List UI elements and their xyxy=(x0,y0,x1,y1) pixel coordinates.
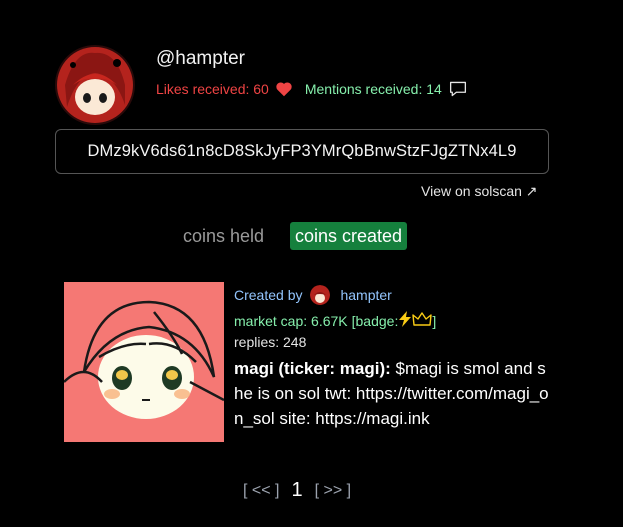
likes-received: Likes received: 60 xyxy=(156,81,293,97)
wallet-address-field[interactable]: DMz9kV6ds61n8cD8SkJyFP3YMrQbBnwStzFJgZTN… xyxy=(55,129,549,174)
market-cap: market cap: 6.67K xyxy=(234,312,348,329)
current-page: 1 xyxy=(291,479,303,501)
created-by-row: Created by hampter xyxy=(234,285,392,305)
crown-icon xyxy=(412,311,433,330)
coin-name: magi (ticker: magi): xyxy=(234,359,391,378)
view-on-solscan-link[interactable]: View on solscan ↗ xyxy=(421,183,538,200)
likes-label: Likes received: 60 xyxy=(156,81,269,97)
heart-icon xyxy=(275,81,293,97)
pagination: [ << ] 1 [ >> ] xyxy=(243,479,351,502)
coin-image[interactable] xyxy=(64,282,224,442)
tab-coins-created[interactable]: coins created xyxy=(290,222,408,250)
creator-avatar[interactable] xyxy=(310,285,331,305)
lightning-icon xyxy=(398,311,412,330)
tab-coins-held[interactable]: coins held xyxy=(183,226,264,247)
comment-icon xyxy=(448,80,468,98)
prev-page-button[interactable]: [ << ] xyxy=(243,482,279,500)
coin-description[interactable]: magi (ticker: magi): $magi is smol and s… xyxy=(234,356,554,431)
next-page-button[interactable]: [ >> ] xyxy=(315,482,351,500)
profile-stats: Likes received: 60 Mentions received: 14 xyxy=(156,80,468,98)
profile-avatar xyxy=(55,45,135,125)
badge-close: ] xyxy=(432,312,437,329)
mentions-received: Mentions received: 14 xyxy=(305,80,468,98)
created-by-label: Created by xyxy=(234,287,303,303)
replies-count: replies: 248 xyxy=(234,334,307,350)
badge: [badge: ] xyxy=(351,311,437,330)
badge-label: [badge: xyxy=(351,312,399,329)
market-cap-row: market cap: 6.67K [badge: ] xyxy=(234,311,436,330)
creator-name-link[interactable]: hampter xyxy=(340,287,391,303)
profile-username: @hampter xyxy=(156,48,245,69)
mentions-label: Mentions received: 14 xyxy=(304,81,442,97)
